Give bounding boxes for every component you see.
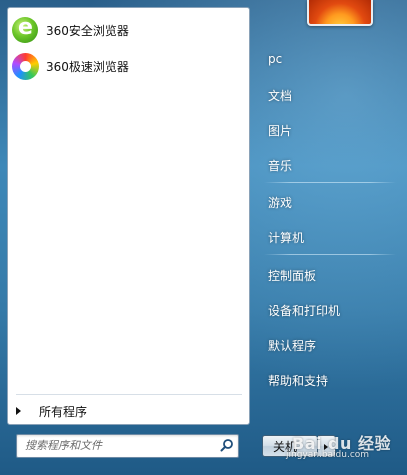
divider [264, 182, 396, 183]
list-item-360-speed-browser[interactable]: 360极速浏览器 [8, 48, 249, 84]
360-safe-browser-icon [10, 15, 40, 45]
search-icon[interactable] [220, 438, 234, 452]
user-account-picture[interactable] [307, 0, 373, 26]
menu-item-control-panel[interactable]: 控制面板 [268, 267, 316, 284]
menu-item-pc[interactable]: pc [268, 52, 282, 66]
all-programs-button[interactable]: 所有程序 [8, 398, 249, 424]
menu-item-devices-printers[interactable]: 设备和打印机 [268, 302, 340, 319]
program-label: 360安全浏览器 [46, 23, 129, 38]
shutdown-button[interactable]: 关机 [262, 435, 318, 457]
menu-item-help-support[interactable]: 帮助和支持 [268, 372, 328, 389]
triangle-right-icon [16, 407, 21, 415]
menu-item-computer[interactable]: 计算机 [268, 229, 304, 246]
list-item-360-safe-browser[interactable]: 360安全浏览器 [8, 12, 249, 48]
pinned-programs-list: 360安全浏览器 360极速浏览器 [8, 12, 249, 84]
divider [264, 254, 396, 255]
divider [16, 394, 242, 395]
menu-item-music[interactable]: 音乐 [268, 157, 292, 174]
shutdown-options-button[interactable] [318, 435, 336, 457]
menu-item-documents[interactable]: 文档 [268, 87, 292, 104]
menu-item-pictures[interactable]: 图片 [268, 122, 292, 139]
left-pane: 360安全浏览器 360极速浏览器 所有程序 [7, 7, 250, 425]
start-menu: 360安全浏览器 360极速浏览器 所有程序 pc 文档 图片 音乐 游戏 计算… [0, 0, 407, 475]
360-speed-browser-icon [10, 51, 40, 81]
shutdown-label: 关机 [273, 439, 298, 454]
search-input[interactable] [19, 436, 221, 454]
menu-item-default-programs[interactable]: 默认程序 [268, 337, 316, 354]
all-programs-label: 所有程序 [39, 404, 88, 419]
search-box[interactable] [16, 434, 239, 458]
menu-item-games[interactable]: 游戏 [268, 194, 292, 211]
program-label: 360极速浏览器 [46, 59, 129, 74]
